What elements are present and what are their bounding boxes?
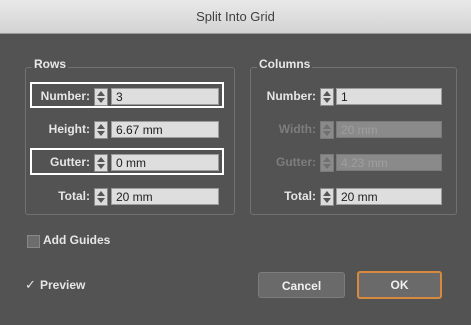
columns-gutter-stepper (320, 154, 334, 172)
columns-width-stepper (320, 121, 334, 139)
columns-total-field[interactable]: 20 mm (336, 188, 442, 205)
rows-total-field[interactable]: 20 mm (111, 188, 219, 205)
dialog-title: Split Into Grid (0, 0, 471, 34)
cancel-button[interactable]: Cancel (258, 272, 345, 298)
columns-number-label: Number: (266, 89, 316, 103)
add-guides-checkbox[interactable] (27, 235, 40, 248)
rows-total-stepper[interactable] (94, 188, 108, 206)
columns-width-label: Width: (278, 122, 316, 136)
rows-height-stepper[interactable] (94, 121, 108, 139)
ok-button[interactable]: OK (357, 271, 442, 299)
rows-legend: Rows (32, 57, 69, 71)
columns-legend: Columns (257, 57, 313, 71)
rows-total-label: Total: (58, 189, 90, 203)
columns-width-field: 20 mm (336, 121, 442, 138)
preview-checkbox[interactable]: ✓ (25, 277, 36, 293)
columns-total-stepper[interactable] (320, 188, 334, 206)
rows-gutter-highlight (30, 148, 224, 175)
columns-number-field[interactable]: 1 (336, 88, 442, 105)
columns-gutter-field: 4.23 mm (336, 154, 442, 171)
rows-number-highlight (30, 82, 224, 108)
rows-height-label: Height: (48, 122, 90, 136)
columns-gutter-label: Gutter: (276, 155, 316, 169)
split-into-grid-dialog: Split Into Grid Rows Number: 3 Height: 6… (0, 0, 471, 325)
columns-number-stepper[interactable] (320, 88, 334, 106)
add-guides-label[interactable]: Add Guides (43, 233, 110, 247)
rows-height-field[interactable]: 6.67 mm (111, 121, 219, 138)
columns-total-label: Total: (284, 189, 316, 203)
preview-label[interactable]: Preview (40, 278, 85, 292)
